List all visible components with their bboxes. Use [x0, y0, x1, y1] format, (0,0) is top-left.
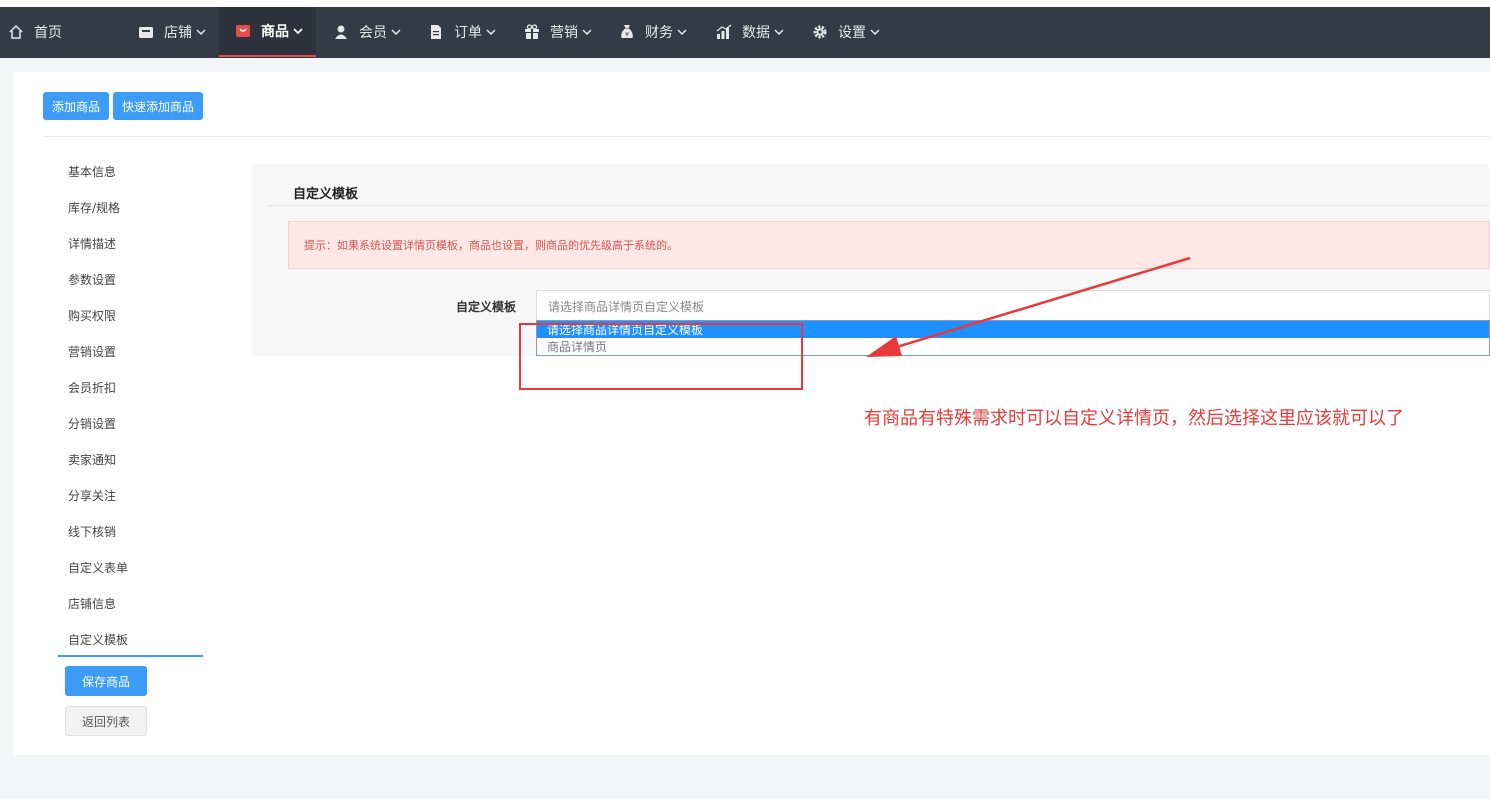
- annotation-arrow: [866, 256, 1191, 357]
- annotation-text: 有商品有特殊需求时可以自定义详情页，然后选择这里应该就可以了: [864, 408, 1404, 429]
